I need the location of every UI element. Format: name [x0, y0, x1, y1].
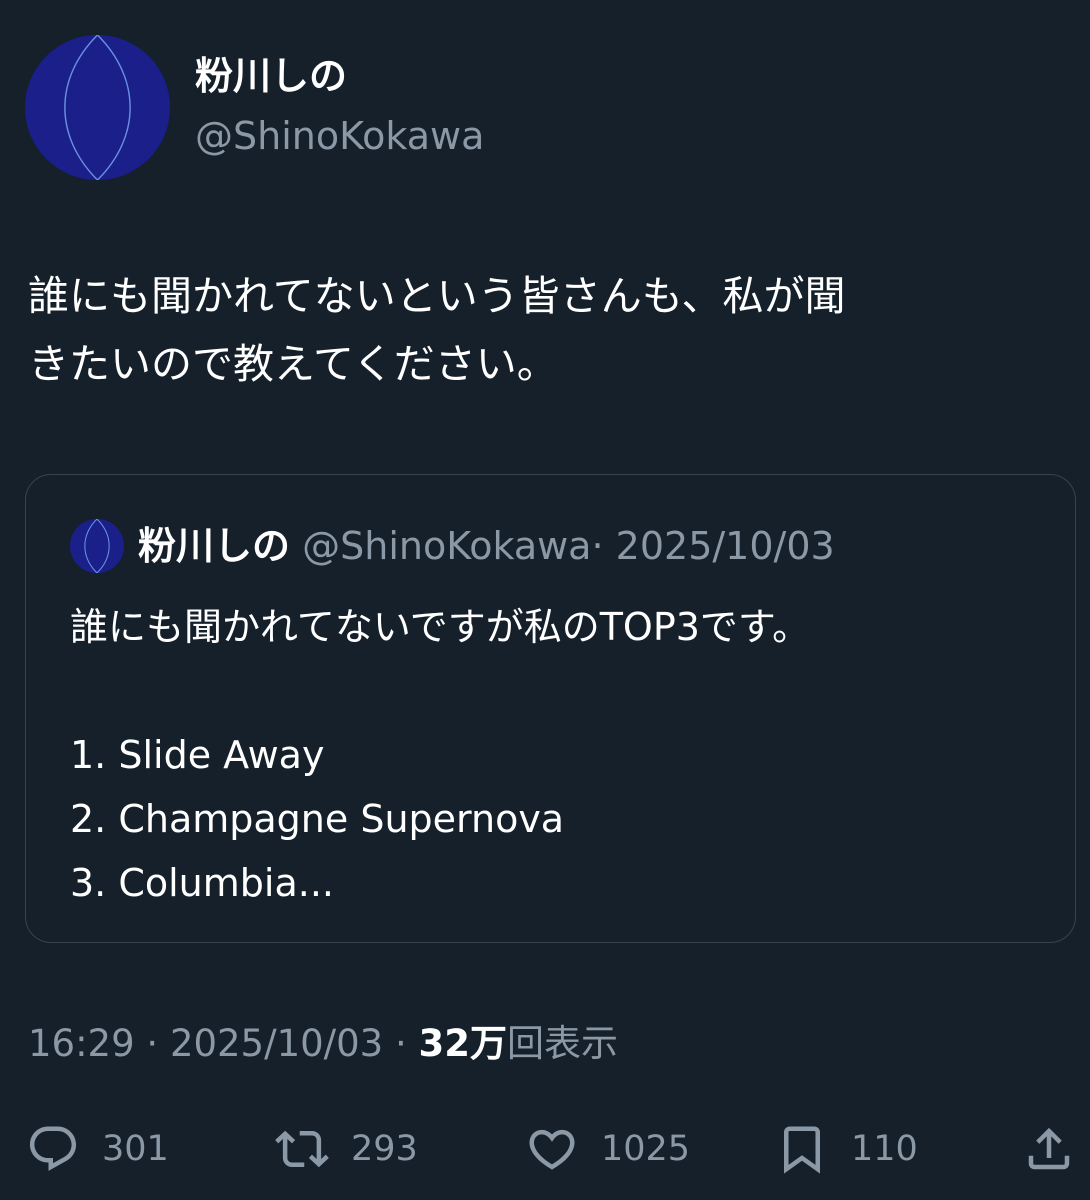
author-display-name[interactable]: 粉川しの — [195, 52, 347, 100]
quoted-handle: @ShinoKokawa — [302, 524, 592, 568]
reply-button[interactable]: 301 — [26, 1118, 169, 1180]
repost-count: 293 — [351, 1129, 418, 1169]
quoted-date: 2025/10/03 — [615, 524, 835, 568]
reply-icon — [29, 1126, 77, 1171]
quoted-header: 粉川しの @ShinoKokawa· 2025/10/03 — [138, 519, 835, 573]
action-bar: 301 293 1025 110 — [0, 1118, 1090, 1180]
like-count: 1025 — [601, 1129, 691, 1169]
quoted-avatar — [70, 519, 124, 573]
like-button[interactable]: 1025 — [525, 1118, 690, 1180]
tweet-time: 16:29 — [28, 1022, 135, 1065]
tweet-date: 2025/10/03 — [169, 1022, 384, 1065]
views-label: 回表示 — [507, 1022, 618, 1065]
repost-button[interactable]: 293 — [275, 1118, 418, 1180]
tweet-meta: 16:29 · 2025/10/03 · 32万回表示 — [28, 1016, 618, 1072]
heart-icon — [529, 1129, 575, 1170]
quoted-tweet[interactable]: 粉川しの @ShinoKokawa· 2025/10/03 誰にも聞かれてないで… — [25, 474, 1076, 943]
bookmark-count: 110 — [851, 1129, 918, 1169]
quoted-text-line: 誰にも聞かれてないですが私のTOP3です。 — [70, 605, 811, 649]
quoted-display-name: 粉川しの — [138, 524, 291, 568]
quoted-text: 誰にも聞かれてないですが私のTOP3です。 1. Slide Away 2. C… — [70, 595, 1050, 915]
avatar[interactable] — [25, 35, 170, 180]
avatar-image — [70, 519, 124, 573]
share-button[interactable] — [1022, 1118, 1076, 1180]
author-handle[interactable]: @ShinoKokawa — [195, 112, 484, 160]
reply-count: 301 — [102, 1129, 169, 1169]
share-icon — [1028, 1127, 1070, 1170]
quoted-list-item: 3. Columbia... — [70, 861, 334, 905]
tweet-text-line: きたいので教えてください。 — [28, 340, 558, 388]
views-count: 32万 — [418, 1022, 508, 1065]
tweet-text: 誰にも聞かれてないという皆さんも、私が聞 きたいので教えてください。 — [28, 262, 1068, 398]
quoted-separator: · — [591, 524, 604, 568]
bookmark-button[interactable]: 110 — [775, 1118, 918, 1180]
quoted-list-item: 2. Champagne Supernova — [70, 797, 565, 841]
bookmark-icon — [784, 1126, 820, 1174]
meta-separator: · — [394, 1022, 407, 1065]
meta-separator: · — [146, 1022, 159, 1065]
quoted-list-item: 1. Slide Away — [70, 733, 325, 777]
repost-icon — [275, 1130, 329, 1168]
avatar-image — [25, 35, 170, 180]
tweet-text-line: 誰にも聞かれてないという皆さんも、私が聞 — [28, 272, 846, 320]
